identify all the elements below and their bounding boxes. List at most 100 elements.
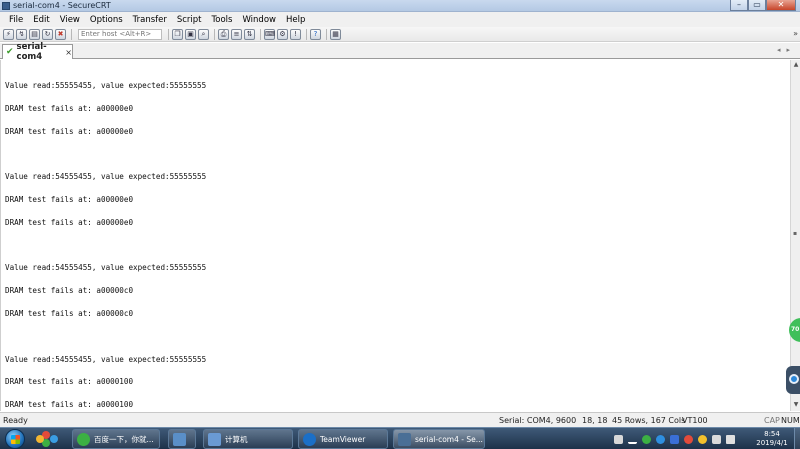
copy-icon[interactable]: ❐ xyxy=(172,28,183,40)
scroll-down-icon[interactable]: ▼ xyxy=(792,401,800,410)
disconnect-icon[interactable]: ✖ xyxy=(55,28,66,40)
taskbar-item-browser[interactable]: 百度一下，你就... xyxy=(72,429,160,449)
tab-serial-com4[interactable]: ✔ serial-com4 × xyxy=(2,42,73,62)
clock-date: 2019/4/1 xyxy=(756,439,788,447)
toolbar: ⚡ ↯ ▤ ↻ ✖ ❐ ▣ ⌕ ⎙ ≡ ⇅ ⌨ ⚙ ! ? ▦ » xyxy=(0,27,800,42)
toolbar-overflow-icon[interactable]: » xyxy=(793,29,798,38)
tray-app-icon[interactable] xyxy=(642,434,651,444)
menu-script[interactable]: Script xyxy=(172,15,207,25)
taskbar-item-teamviewer[interactable]: TeamViewer xyxy=(298,429,388,449)
menu-options[interactable]: Options xyxy=(85,15,128,25)
terminal-type: VT100 xyxy=(682,416,708,425)
connected-check-icon: ✔ xyxy=(6,47,14,57)
signal-icon[interactable] xyxy=(628,435,637,444)
tray-sync-icon[interactable] xyxy=(656,434,665,444)
menu-file[interactable]: File xyxy=(4,15,28,25)
terminal-line: Value read:55555455, value expected:5555… xyxy=(5,81,207,91)
paste-icon[interactable]: ▣ xyxy=(185,28,196,40)
pinned-app-icon[interactable] xyxy=(36,429,64,449)
taskbar-item-computer[interactable]: 计算机 xyxy=(203,429,293,449)
taskbar-item-label: serial-com4 - Se... xyxy=(415,434,483,444)
menu-help[interactable]: Help xyxy=(281,15,310,25)
clock-time: 8:54 xyxy=(764,430,780,438)
serial-port-info: Serial: COM4, 9600 xyxy=(499,416,577,425)
taskbar-item-label: 计算机 xyxy=(225,434,248,444)
tab-scroll-arrows-icon[interactable]: ◂▸ xyxy=(777,46,796,54)
minimize-button[interactable]: – xyxy=(730,0,748,11)
tab-bar: ✔ serial-com4 × ◂▸ xyxy=(0,42,800,62)
help-icon[interactable]: ? xyxy=(310,28,321,40)
key-map-icon[interactable]: ⌨ xyxy=(264,28,275,40)
security-icon[interactable] xyxy=(684,434,693,444)
terminal-line: DRAM test fails at: a00000e0 xyxy=(5,195,134,205)
taskbar-clock[interactable]: 8:54 2019/4/1 xyxy=(752,430,792,448)
terminal-view[interactable]: Value read:55555455, value expected:5555… xyxy=(0,60,790,431)
toolbar-separator xyxy=(260,28,261,40)
start-button[interactable] xyxy=(5,429,25,449)
menu-bar: File Edit View Options Transfer Script T… xyxy=(0,12,800,27)
scroll-up-icon[interactable]: ▲ xyxy=(792,61,800,70)
windows-logo-icon xyxy=(11,435,20,444)
about-icon[interactable]: ▦ xyxy=(330,28,341,40)
maximize-button[interactable]: ▭ xyxy=(748,0,766,11)
vertical-scrollbar[interactable]: ▲ ▪ ▼ xyxy=(790,60,800,411)
toolbar-separator xyxy=(306,28,307,40)
status-text: Ready xyxy=(3,416,28,425)
terminal-line: DRAM test fails at: a00000c0 xyxy=(5,309,134,318)
menu-edit[interactable]: Edit xyxy=(28,15,54,25)
title-bar: serial-com4 - SecureCRT – ▭ ✕ xyxy=(0,0,800,12)
connect-tab-icon[interactable]: ▤ xyxy=(29,28,40,40)
shield-icon[interactable] xyxy=(670,434,679,444)
terminal-line: DRAM test fails at: a00000e0 xyxy=(5,103,134,113)
window-controls: – ▭ ✕ xyxy=(730,0,796,11)
log-session-icon[interactable]: ≡ xyxy=(231,28,242,40)
window-title: serial-com4 - SecureCRT xyxy=(13,1,111,10)
battery-icon[interactable] xyxy=(712,434,721,444)
keypad-icon[interactable]: ! xyxy=(290,28,301,40)
terminal-line: Value read:54555455, value expected:5555… xyxy=(5,354,207,364)
petal-shape xyxy=(50,435,58,443)
menu-transfer[interactable]: Transfer xyxy=(128,15,172,25)
toolbar-separator xyxy=(214,28,215,40)
teamviewer-panel-tab[interactable] xyxy=(786,366,800,394)
enter-host-input[interactable] xyxy=(78,28,162,40)
taskbar-item-securecrt[interactable]: serial-com4 - Se... xyxy=(393,429,485,449)
menu-tools[interactable]: Tools xyxy=(207,15,238,25)
keyboard-icon[interactable] xyxy=(614,434,623,444)
show-desktop-button[interactable] xyxy=(794,428,800,449)
terminal-line: Value read:54555455, value expected:5555… xyxy=(5,263,207,273)
terminal-line: Value read:54555455, value expected:5555… xyxy=(5,172,207,182)
volume-icon[interactable] xyxy=(726,434,735,444)
teamviewer-icon xyxy=(789,374,799,384)
connect-icon[interactable]: ⚡ xyxy=(3,28,14,40)
options-icon[interactable]: ⚙ xyxy=(277,28,288,40)
terminal-line: DRAM test fails at: a00000e0 xyxy=(5,217,134,227)
scroll-thumb-grip-icon[interactable]: ▪ xyxy=(793,230,797,237)
alert-icon[interactable] xyxy=(698,434,707,444)
terminal-line: DRAM test fails at: a00000e0 xyxy=(5,126,134,136)
find-icon[interactable]: ⌕ xyxy=(198,28,209,40)
system-tray xyxy=(614,432,740,446)
reconnect-icon[interactable]: ↻ xyxy=(42,28,53,40)
caps-lock-indicator: CAP xyxy=(764,416,780,425)
taskbar-item-app[interactable] xyxy=(168,429,196,449)
num-lock-indicator: NUM xyxy=(781,416,800,425)
print-icon[interactable]: ⎙ xyxy=(218,28,229,40)
petal-shape xyxy=(36,435,44,443)
menu-window[interactable]: Window xyxy=(237,15,281,25)
quick-connect-icon[interactable]: ↯ xyxy=(16,28,27,40)
browser-icon xyxy=(77,432,90,446)
securecrt-app-icon[interactable] xyxy=(2,2,10,10)
sftp-icon[interactable]: ⇅ xyxy=(244,28,255,40)
menu-view[interactable]: View xyxy=(55,15,85,25)
taskbar-item-label: 百度一下，你就... xyxy=(94,434,154,444)
terminal-line: DRAM test fails at: a0000100 xyxy=(5,400,134,410)
app-icon xyxy=(173,432,186,446)
close-button[interactable]: ✕ xyxy=(766,0,796,11)
toolbar-separator xyxy=(168,28,169,40)
terminal-size: 45 Rows, 167 Cols xyxy=(612,416,686,425)
tab-close-icon[interactable]: × xyxy=(65,48,72,57)
